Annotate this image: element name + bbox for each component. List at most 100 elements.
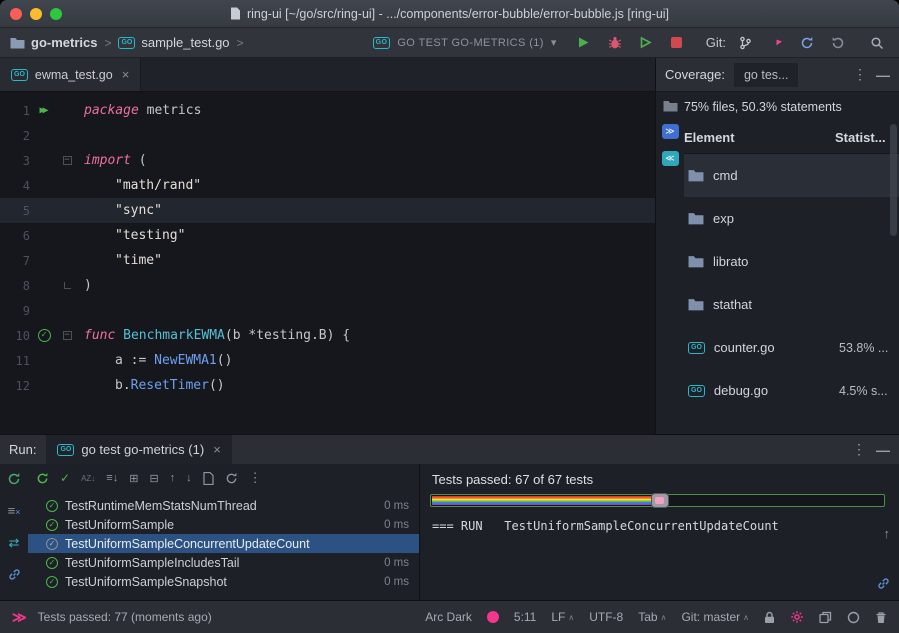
close-tab-icon[interactable]: × (122, 67, 130, 82)
more-options-icon[interactable]: ⋮ (853, 66, 867, 83)
trash-icon[interactable] (875, 611, 887, 624)
softwrap-link-icon[interactable] (877, 577, 890, 590)
zoom-window-button[interactable] (50, 8, 62, 20)
rollback-button[interactable] (826, 32, 850, 54)
breadcrumb-project[interactable]: go-metrics (10, 35, 97, 50)
test-row[interactable]: ✓ TestUniformSample 0 ms (28, 515, 419, 534)
run-test-gutter-icon[interactable]: ▶▶ (39, 105, 48, 116)
close-window-button[interactable] (10, 8, 22, 20)
stop-button[interactable] (665, 32, 689, 54)
coverage-tab[interactable]: go tes... (734, 63, 798, 87)
scroll-up-icon[interactable]: ↑ (884, 526, 891, 541)
line-number: 10 (0, 329, 30, 343)
sort-alphabetically-icon[interactable]: AZ↓ (81, 474, 95, 483)
lock-icon[interactable] (764, 611, 775, 624)
run-with-coverage-button[interactable] (634, 32, 658, 54)
line-number: 7 (0, 254, 30, 268)
coverage-row[interactable]: GO counter.go 53.8% ... (684, 326, 899, 369)
editor-tab-ewma-test[interactable]: GO ewma_test.go × (0, 58, 141, 91)
rerun-tests-icon[interactable] (36, 472, 49, 485)
theme-name[interactable]: Arc Dark (425, 610, 472, 624)
ide-window: ring-ui [~/go/src/ring-ui] - .../compone… (0, 0, 899, 633)
collapse-all-icon[interactable]: ⊟ (149, 472, 158, 485)
fold-icon[interactable]: − (63, 331, 72, 340)
swap-panels-icon[interactable]: ⇄ (9, 535, 20, 551)
test-passed-gutter-icon[interactable]: ✓ (38, 329, 51, 342)
test-filter-icon[interactable]: ≡× (8, 503, 21, 518)
coverage-title: Coverage: (665, 67, 725, 82)
search-everywhere-button[interactable] (865, 32, 889, 54)
column-element[interactable]: Element (684, 130, 835, 145)
test-toolbar: ✓ AZ↓ ≡↓ ⊞ ⊟ ↑ ↓ ⋮ (28, 464, 419, 492)
link-icon[interactable] (8, 568, 21, 581)
line-separator-widget[interactable]: LF∧ (551, 610, 574, 624)
import-test-results-icon[interactable] (203, 472, 214, 485)
debug-button[interactable] (603, 32, 627, 54)
code-line: 11 a := NewEWMA1() (0, 348, 655, 373)
test-row[interactable]: ✓ TestRuntimeMemStatsNumThread 0 ms (28, 496, 419, 515)
copy-windows-icon[interactable] (819, 611, 832, 624)
more-options-icon[interactable]: ⋮ (852, 441, 866, 458)
git-push-button[interactable] (764, 32, 788, 54)
hide-panel-icon[interactable]: — (876, 67, 890, 83)
code-editor[interactable]: 1 ▶▶ package metrics 2 3 − import ( 4 (0, 92, 655, 434)
coverage-play-icon (639, 36, 652, 49)
show-passed-filter-icon[interactable]: ✓ (60, 471, 70, 485)
test-row[interactable]: ✓ TestUniformSampleSnapshot 0 ms (28, 572, 419, 591)
autoscroll-to-source-icon[interactable]: ≪ (662, 151, 679, 166)
run-configuration-select[interactable]: GO GO TEST GO-METRICS (1) ▾ (365, 33, 565, 52)
next-occurrence-icon[interactable]: ↓ (186, 472, 192, 484)
previous-occurrence-icon[interactable]: ↑ (170, 472, 176, 484)
rerun-icon[interactable] (7, 472, 21, 486)
minimize-window-button[interactable] (30, 8, 42, 20)
test-status-icon: ✓ (46, 538, 58, 550)
run-tab[interactable]: GO go test go-metrics (1) × (46, 435, 231, 464)
more-options-icon[interactable]: ⋮ (249, 470, 262, 486)
gear-icon[interactable] (790, 610, 804, 624)
scrollbar-thumb[interactable] (890, 124, 897, 236)
test-passed-icon: ✓ (46, 557, 58, 569)
coverage-table: 75% files, 50.3% statements Element Stat… (684, 92, 899, 434)
breadcrumb-file[interactable]: GO sample_test.go (118, 35, 229, 50)
coverage-row[interactable]: librato (684, 240, 899, 283)
coverage-row[interactable]: cmd (684, 154, 899, 197)
go-file-icon: GO (688, 342, 705, 354)
editor-tab-label: ewma_test.go (35, 68, 113, 82)
folder-icon (10, 37, 25, 49)
caret-position[interactable]: 5:11 (514, 610, 536, 624)
expand-all-icon[interactable]: ⊞ (129, 472, 138, 485)
fold-icon[interactable]: − (63, 156, 72, 165)
go-test-icon: GO (57, 444, 74, 456)
code-line: 4 "math/rand" (0, 173, 655, 198)
coverage-row[interactable]: exp (684, 197, 899, 240)
chevron-down-icon: ▾ (551, 36, 557, 49)
scope-filter-icon[interactable] (663, 100, 678, 112)
run-button[interactable] (572, 32, 596, 54)
coverage-table-header: Element Statist... (684, 122, 899, 154)
test-row[interactable]: ✓ TestUniformSampleIncludesTail 0 ms (28, 553, 419, 572)
close-tab-icon[interactable]: × (213, 442, 221, 457)
test-history-icon[interactable] (225, 472, 238, 485)
hide-panel-icon[interactable]: — (876, 442, 890, 458)
flatten-packages-icon[interactable]: ≫ (662, 124, 679, 139)
progress-rainbow-fill (432, 496, 659, 505)
git-branch-widget[interactable]: Git: master∧ (681, 610, 749, 624)
code-line: 8 ) (0, 273, 655, 298)
circle-status-icon[interactable] (847, 611, 860, 624)
encoding-widget[interactable]: UTF-8 (589, 610, 623, 624)
theme-color-dot (487, 611, 499, 623)
indent-widget[interactable]: Tab∧ (638, 610, 666, 624)
coverage-row[interactable]: stathat (684, 283, 899, 326)
line-number: 12 (0, 379, 30, 393)
window-title-text: ring-ui [~/go/src/ring-ui] - .../compone… (247, 7, 669, 21)
coverage-toolbar: ≫ ≪ (656, 92, 684, 434)
sort-by-duration-icon[interactable]: ≡↓ (106, 472, 118, 484)
bug-icon (608, 36, 622, 49)
update-project-button[interactable] (795, 32, 819, 54)
run-panel-header: Run: GO go test go-metrics (1) × ⋮ — (0, 435, 899, 464)
console-output: === RUN TestUniformSampleConcurrentUpdat… (432, 519, 889, 533)
coverage-row[interactable]: GO debug.go 4.5% s... (684, 369, 899, 412)
git-branch-button[interactable] (733, 32, 757, 54)
test-row-selected[interactable]: ✓ TestUniformSampleConcurrentUpdateCount (28, 534, 419, 553)
tool-windows-icon[interactable]: ≫ (12, 609, 27, 626)
